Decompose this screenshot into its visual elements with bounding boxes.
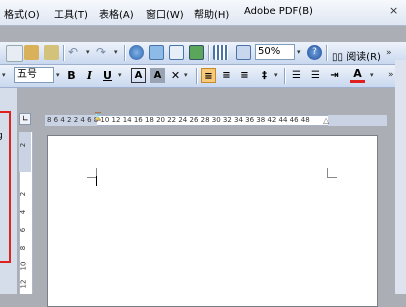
copy-icon[interactable] <box>6 45 23 62</box>
undo-dropdown-icon[interactable]: ▾ <box>86 48 90 56</box>
toolbar-options-icon[interactable]: » <box>388 70 394 80</box>
toolbar-separator <box>326 45 328 61</box>
ruler-right-margin <box>328 115 387 126</box>
font-size-field[interactable]: 五号 <box>14 67 54 83</box>
undo-icon[interactable]: ↶ <box>68 45 83 60</box>
char-scaling-icon[interactable]: ✕ <box>168 68 183 83</box>
toolbar-separator <box>208 45 210 61</box>
ruler-numbers: 8 6 4 2 2 4 6 8 10 12 14 16 18 20 22 24 … <box>47 116 310 124</box>
vruler-tick: 4 <box>19 209 28 215</box>
vruler-tick: 12 <box>19 279 28 289</box>
font-size-dropdown-icon[interactable]: ▾ <box>56 71 60 79</box>
toolbar-separator <box>196 68 198 84</box>
redo-dropdown-icon[interactable]: ▾ <box>114 48 118 56</box>
panel-text: g <box>0 131 3 141</box>
vruler-tick: 2 <box>19 191 28 197</box>
font-size-value: 五号 <box>17 69 37 80</box>
hyperlink-icon[interactable] <box>129 45 144 60</box>
ruler-top-margin <box>19 132 31 172</box>
menu-tools[interactable]: 工具(T) <box>54 6 88 21</box>
paste-icon[interactable] <box>24 45 39 60</box>
menu-table[interactable]: 表格(A) <box>99 6 134 21</box>
indent-icon[interactable]: ⇥ <box>327 68 342 83</box>
menu-bar: 格式(O) 工具(T) 表格(A) 窗口(W) 帮助(H) Adobe PDF(… <box>0 0 406 26</box>
line-spacing-dropdown-icon[interactable]: ▾ <box>274 71 278 79</box>
toolbar-separator <box>284 68 286 84</box>
underline-dropdown-icon[interactable]: ▾ <box>118 71 122 79</box>
font-dropdown-icon[interactable]: ▾ <box>2 71 6 79</box>
formatting-toolbar: ▾ 五号 ▾ B I U ▾ A A ✕ ▾ ≡ ≡ ≡ ‡ ▾ ☰ ☰ ⇥ A… <box>0 65 406 88</box>
read-mode-button[interactable]: ▯▯ 阅读(R) <box>332 48 381 63</box>
vruler-tick: 8 <box>19 245 28 251</box>
zoom-value: 50% <box>258 46 281 57</box>
menu-window[interactable]: 窗口(W) <box>146 6 184 21</box>
toolbar-separator <box>124 45 126 61</box>
italic-button[interactable]: I <box>82 68 97 83</box>
underline-button[interactable]: U <box>100 68 115 83</box>
menu-adobe-pdf[interactable]: Adobe PDF(B) <box>244 6 313 17</box>
tab-selector[interactable]: ∟ <box>19 113 31 125</box>
vruler-tick: 2 <box>19 142 28 148</box>
menu-help[interactable]: 帮助(H) <box>194 6 229 21</box>
zoom-field[interactable]: 50% <box>255 44 295 60</box>
read-mode-label: 阅读(R) <box>346 52 381 63</box>
tables-borders-icon[interactable] <box>149 45 164 60</box>
char-scaling-dropdown-icon[interactable]: ▾ <box>184 71 188 79</box>
insert-table-icon[interactable] <box>169 45 184 60</box>
numbering-icon[interactable]: ☰ <box>289 68 304 83</box>
toolbar-options-icon[interactable]: » <box>386 48 392 58</box>
format-painter-icon[interactable] <box>44 45 59 60</box>
vruler-tick: 6 <box>19 227 28 233</box>
font-color-dropdown-icon[interactable]: ▾ <box>370 71 374 79</box>
margin-corner-mark <box>327 168 337 178</box>
close-icon[interactable]: × <box>389 4 398 17</box>
toolbar-separator <box>63 45 65 61</box>
right-indent-marker[interactable]: △ <box>323 116 329 125</box>
vertical-scrollbar[interactable] <box>395 60 406 294</box>
columns-icon[interactable] <box>213 45 228 60</box>
align-left-button[interactable]: ≡ <box>201 68 216 83</box>
print-preview-icon[interactable] <box>236 45 251 60</box>
redo-icon[interactable]: ↷ <box>96 45 111 60</box>
first-line-indent-marker[interactable]: ⌛ <box>93 112 103 121</box>
vruler-tick: 10 <box>19 261 28 271</box>
menu-format[interactable]: 格式(O) <box>4 6 40 21</box>
bold-button[interactable]: B <box>64 68 79 83</box>
font-color-button[interactable]: A <box>350 68 365 83</box>
char-border-button[interactable]: A <box>131 68 146 83</box>
char-shading-icon[interactable]: A <box>150 68 165 83</box>
standard-toolbar: ↶ ▾ ↷ ▾ 50% ▾ ? ▯▯ 阅读(R) » <box>0 42 406 65</box>
text-cursor <box>96 176 97 186</box>
bullets-icon[interactable]: ☰ <box>308 68 323 83</box>
document-page[interactable] <box>47 135 378 307</box>
zoom-dropdown-icon[interactable]: ▾ <box>297 48 301 56</box>
insert-excel-icon[interactable] <box>189 45 204 60</box>
line-spacing-icon[interactable]: ‡ <box>257 68 272 83</box>
align-center-button[interactable]: ≡ <box>219 68 234 83</box>
help-icon[interactable]: ? <box>307 45 322 60</box>
align-right-button[interactable]: ≡ <box>237 68 252 83</box>
